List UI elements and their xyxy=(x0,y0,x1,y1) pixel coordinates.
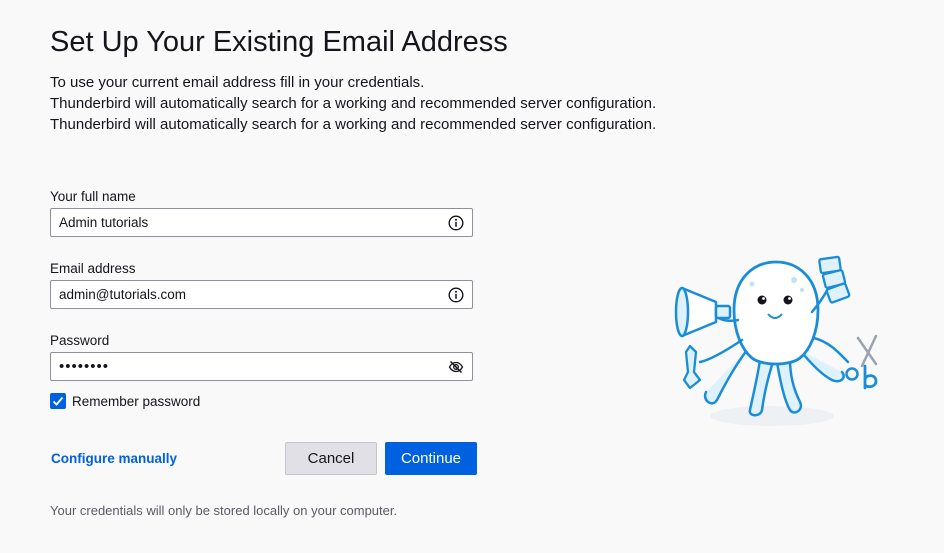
checkmark-icon xyxy=(52,396,64,406)
password-label: Password xyxy=(50,333,110,348)
remember-password-label[interactable]: Remember password xyxy=(72,394,200,409)
configure-manually-link[interactable]: Configure manually xyxy=(51,451,177,466)
password-field xyxy=(50,352,473,381)
full-name-input[interactable] xyxy=(51,209,431,236)
info-icon[interactable] xyxy=(448,287,464,303)
email-label: Email address xyxy=(50,261,136,276)
remember-password-row: Remember password xyxy=(50,393,200,409)
cancel-button[interactable]: Cancel xyxy=(285,442,377,475)
intro-line: Thunderbird will automatically search fo… xyxy=(50,95,657,112)
continue-button[interactable]: Continue xyxy=(385,442,477,475)
eye-slash-icon[interactable] xyxy=(448,359,464,375)
remember-password-checkbox[interactable] xyxy=(50,393,66,409)
thunderbird-octopus-mascot-illustration xyxy=(674,255,878,426)
email-input[interactable] xyxy=(51,281,431,308)
password-input[interactable] xyxy=(51,353,431,380)
page-title: Set Up Your Existing Email Address xyxy=(50,26,508,58)
intro-line: Thunderbird will automatically search fo… xyxy=(50,116,657,133)
intro-line: To use your current email address fill i… xyxy=(50,74,425,91)
credentials-note: Your credentials will only be stored loc… xyxy=(50,503,398,518)
full-name-label: Your full name xyxy=(50,189,136,204)
full-name-field xyxy=(50,208,473,237)
intro-text: To use your current email address fill i… xyxy=(50,72,656,135)
info-icon[interactable] xyxy=(448,215,464,231)
email-field xyxy=(50,280,473,309)
